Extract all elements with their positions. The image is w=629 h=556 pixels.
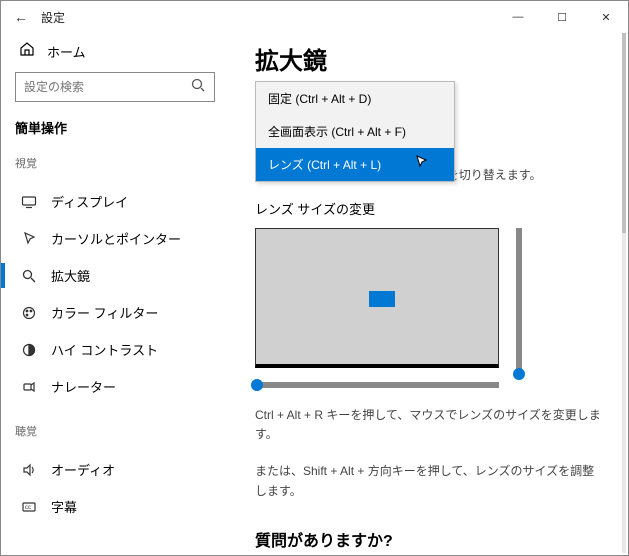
sidebar-item-label: 字幕 bbox=[51, 497, 77, 516]
mouse-cursor-icon bbox=[414, 154, 430, 173]
sidebar-item-colorfilter[interactable]: カラー フィルター bbox=[15, 294, 215, 331]
sidebar-item-label: カーソルとポインター bbox=[51, 229, 181, 248]
back-button[interactable]: ← bbox=[7, 9, 35, 25]
sidebar-item-captions[interactable]: cc 字幕 bbox=[15, 488, 215, 525]
sidebar-item-label: ディスプレイ bbox=[51, 192, 128, 211]
sidebar-item-label: オーディオ bbox=[51, 460, 115, 479]
home-icon bbox=[19, 41, 35, 62]
scrollbar-thumb[interactable] bbox=[622, 33, 626, 233]
question-heading: 質問がありますか? bbox=[255, 527, 602, 551]
view-mode-dropdown[interactable]: 固定 (Ctrl + Alt + D) 全画面表示 (Ctrl + Alt + … bbox=[255, 81, 455, 182]
search-box[interactable] bbox=[15, 72, 215, 102]
content-scrollbar[interactable] bbox=[622, 33, 626, 553]
sidebar-item-display[interactable]: ディスプレイ bbox=[15, 183, 215, 220]
lens-preview bbox=[255, 228, 499, 368]
hint-resize-mouse: Ctrl + Alt + R キーを押して、マウスでレンズのサイズを変更します。 bbox=[255, 406, 602, 444]
svg-text:cc: cc bbox=[25, 505, 31, 511]
dropdown-option-fullscreen[interactable]: 全画面表示 (Ctrl + Alt + F) bbox=[256, 115, 454, 148]
captions-icon: cc bbox=[21, 499, 37, 515]
section-title: 簡単操作 bbox=[15, 118, 215, 137]
sidebar: ホーム 簡単操作 視覚 ディスプレイ カーソルとポインター 拡大鏡 カラー フィ… bbox=[1, 33, 229, 555]
lens-size-heading: レンズ サイズの変更 bbox=[255, 199, 602, 218]
sidebar-item-narrator[interactable]: ナレーター bbox=[15, 368, 215, 405]
category-hearing: 聴覚 bbox=[15, 423, 215, 439]
home-link[interactable]: ホーム bbox=[15, 33, 215, 72]
sidebar-item-magnifier[interactable]: 拡大鏡 bbox=[15, 257, 215, 294]
slider-thumb[interactable] bbox=[513, 368, 525, 380]
cursor-icon bbox=[21, 231, 37, 247]
sidebar-item-label: ハイ コントラスト bbox=[51, 340, 158, 359]
dropdown-option-lens[interactable]: レンズ (Ctrl + Alt + L) bbox=[256, 148, 454, 181]
content-area: 拡大鏡 固定 (Ctrl + Alt + D) 全画面表示 (Ctrl + Al… bbox=[229, 33, 628, 555]
sidebar-item-audio[interactable]: オーディオ bbox=[15, 451, 215, 488]
display-icon bbox=[21, 194, 37, 210]
maximize-button[interactable]: ☐ bbox=[540, 1, 584, 33]
hint-resize-keys: または、Shift + Alt + 方向キーを押して、レンズのサイズを調整します… bbox=[255, 462, 602, 500]
palette-icon bbox=[21, 305, 37, 321]
search-icon bbox=[190, 77, 206, 98]
sidebar-item-cursor[interactable]: カーソルとポインター bbox=[15, 220, 215, 257]
dropdown-option-docked[interactable]: 固定 (Ctrl + Alt + D) bbox=[256, 82, 454, 115]
search-input[interactable] bbox=[24, 80, 190, 94]
narrator-icon bbox=[21, 379, 37, 395]
lens-rectangle bbox=[369, 291, 395, 307]
sidebar-item-label: 拡大鏡 bbox=[51, 266, 90, 285]
audio-icon bbox=[21, 462, 37, 478]
home-label: ホーム bbox=[47, 42, 86, 61]
page-title: 拡大鏡 bbox=[255, 41, 602, 76]
window-title: 設定 bbox=[41, 9, 65, 26]
lens-width-slider[interactable] bbox=[255, 382, 499, 388]
minimize-button[interactable]: — bbox=[496, 1, 540, 33]
category-vision: 視覚 bbox=[15, 155, 215, 171]
sidebar-item-label: カラー フィルター bbox=[51, 303, 158, 322]
magnifier-icon bbox=[21, 268, 37, 284]
contrast-icon bbox=[21, 342, 37, 358]
close-button[interactable]: ✕ bbox=[584, 1, 628, 33]
slider-thumb[interactable] bbox=[251, 379, 263, 391]
sidebar-item-highcontrast[interactable]: ハイ コントラスト bbox=[15, 331, 215, 368]
lens-height-slider[interactable] bbox=[516, 228, 522, 376]
sidebar-item-label: ナレーター bbox=[51, 377, 116, 396]
